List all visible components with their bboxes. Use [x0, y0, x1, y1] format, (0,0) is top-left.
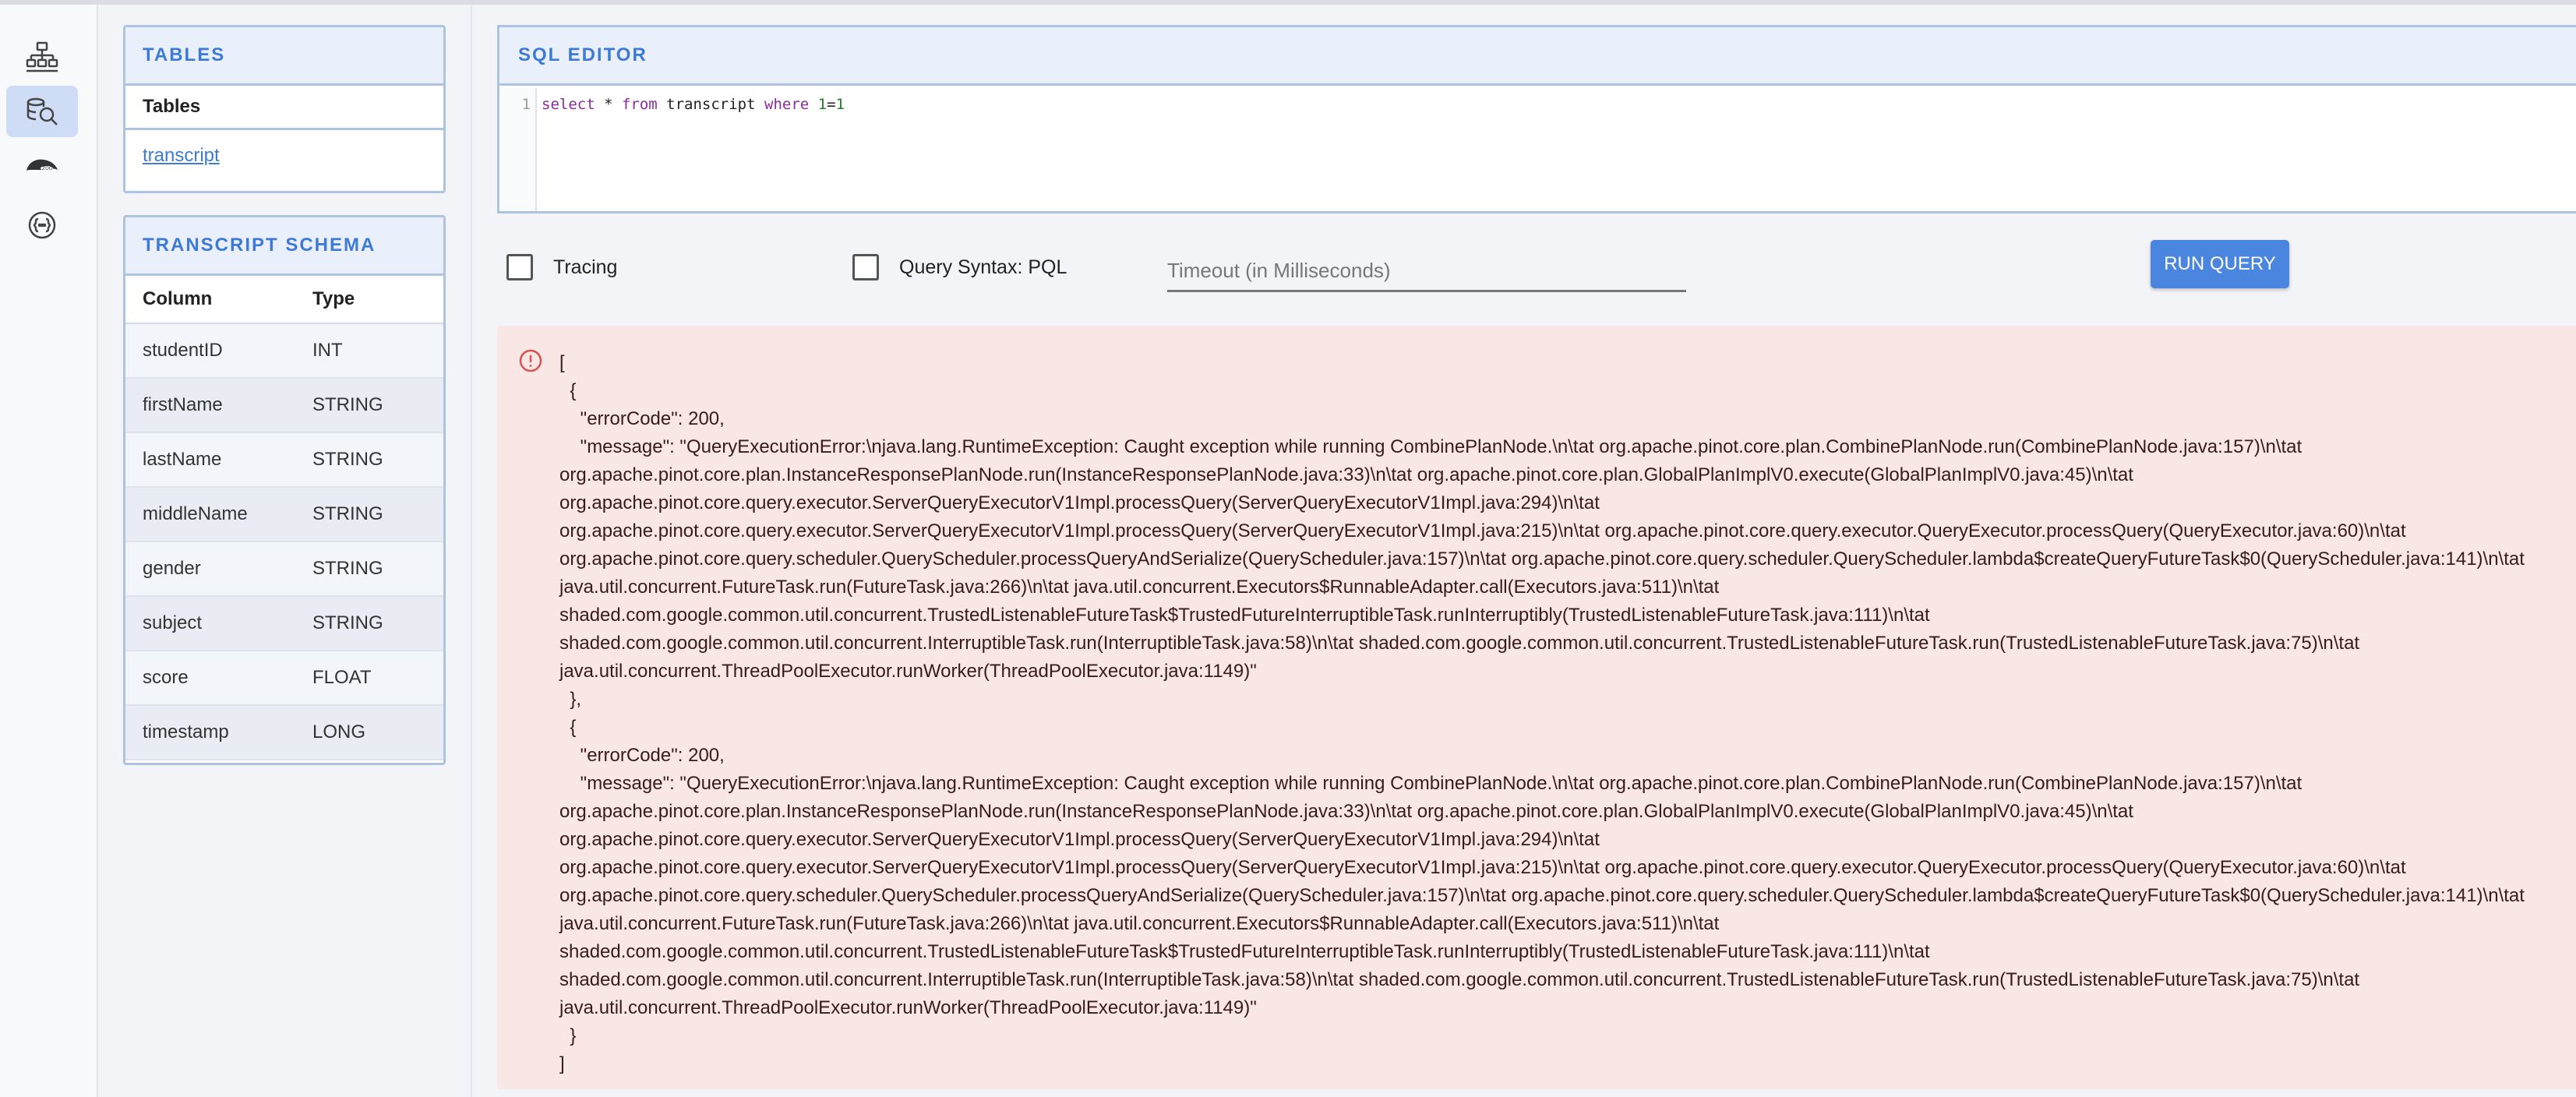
sql-editor[interactable]: 1 select * from transcript where 1=1 — [499, 88, 2576, 211]
query-syntax-checkbox[interactable] — [852, 254, 879, 280]
column-name: subject — [143, 612, 203, 633]
query-number: 1 — [817, 96, 827, 113]
nav-cluster-button[interactable] — [6, 31, 78, 83]
column-type: INT — [312, 340, 343, 361]
column-type: FLOAT — [312, 667, 372, 688]
tracing-option[interactable]: Tracing — [506, 254, 617, 280]
table-row: middleName STRING — [125, 488, 443, 542]
error-circle-icon — [519, 349, 542, 372]
column-type: LONG — [312, 721, 366, 743]
sql-editor-card: SQL EDITOR 1 select * from transcript wh… — [497, 25, 2576, 213]
table-row: firstName STRING — [125, 379, 443, 433]
nav-query-console-button[interactable] — [6, 86, 78, 137]
zookeeper-icon: ZOO — [26, 159, 58, 171]
column-name: gender — [143, 558, 201, 579]
run-query-button[interactable]: RUN QUERY — [2151, 240, 2289, 288]
tracing-checkbox[interactable] — [506, 254, 533, 280]
error-panel: [ { "errorCode": 200, "message": "QueryE… — [497, 326, 2576, 1089]
schema-rows: studentID INT firstName STRING lastName … — [125, 324, 443, 760]
query-operator: = — [827, 96, 836, 113]
column-type: STRING — [312, 612, 383, 633]
schema-card: TRANSCRIPT SCHEMA Column Type studentID … — [123, 215, 446, 765]
query-token: * — [595, 96, 622, 113]
column-type: STRING — [312, 449, 383, 470]
query-token — [809, 96, 817, 113]
left-nav-rail: ZOO — [0, 5, 98, 1097]
column-type: STRING — [312, 503, 383, 524]
query-number: 1 — [835, 96, 845, 113]
query-syntax-label: Query Syntax: PQL — [899, 256, 1067, 278]
nav-swagger-api-button[interactable] — [6, 199, 78, 251]
column-name: studentID — [143, 340, 223, 361]
column-name: middleName — [143, 503, 248, 524]
main-content: SQL EDITOR 1 select * from transcript wh… — [472, 5, 2576, 1097]
cluster-icon — [26, 41, 58, 72]
line-number: 1 — [499, 88, 537, 211]
table-row: timestamp LONG — [125, 706, 443, 760]
nav-zookeeper-button[interactable]: ZOO — [6, 140, 78, 192]
tables-subheader: Tables — [125, 86, 443, 130]
timeout-input[interactable]: Timeout (in Milliseconds) — [1167, 251, 1686, 292]
keyword-select: select — [542, 96, 595, 113]
type-header: Type — [312, 288, 355, 309]
query-syntax-option[interactable]: Query Syntax: PQL — [852, 254, 1067, 280]
svg-text:ZOO: ZOO — [42, 166, 53, 171]
keyword-from: from — [621, 96, 658, 113]
query-console-icon — [26, 97, 58, 125]
schema-card-title: TRANSCRIPT SCHEMA — [125, 217, 443, 276]
column-header: Column — [143, 288, 213, 309]
tables-card-title: TABLES — [125, 27, 443, 86]
column-type: STRING — [312, 558, 383, 579]
schema-table-header: Column Type — [125, 276, 443, 324]
table-link-transcript[interactable]: transcript — [125, 130, 443, 182]
tracing-label: Tracing — [553, 256, 618, 278]
column-name: score — [143, 667, 189, 688]
column-name: timestamp — [143, 721, 229, 743]
column-type: STRING — [312, 394, 383, 415]
table-row: gender STRING — [125, 542, 443, 597]
sql-editor-title: SQL EDITOR — [499, 27, 2576, 86]
table-row: lastName STRING — [125, 433, 443, 488]
column-name: firstName — [143, 394, 223, 415]
api-icon — [28, 211, 56, 239]
table-row: subject STRING — [125, 597, 443, 651]
query-table-name: transcript — [657, 96, 765, 113]
side-panel: TABLES Tables transcript TRANSCRIPT SCHE… — [98, 5, 472, 1097]
column-name: lastName — [143, 449, 222, 470]
table-row: studentID INT — [125, 324, 443, 379]
query-options: Tracing Query Syntax: PQL Timeout (in Mi… — [497, 234, 2576, 304]
query-text[interactable]: select * from transcript where 1=1 — [537, 88, 845, 211]
tables-card: TABLES Tables transcript — [123, 25, 446, 193]
table-row: score FLOAT — [125, 651, 443, 706]
error-message: [ { "errorCode": 200, "message": "QueryE… — [559, 352, 2525, 1074]
keyword-where: where — [764, 96, 810, 113]
